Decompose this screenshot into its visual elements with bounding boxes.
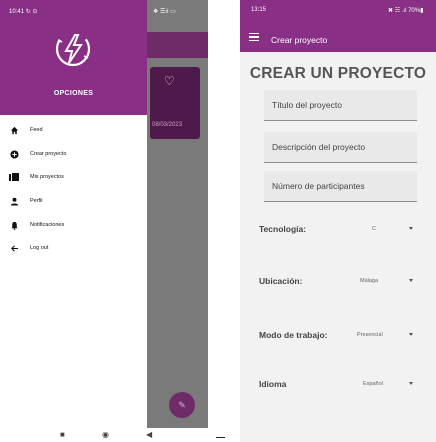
divider xyxy=(216,437,225,439)
status-icons: ✖ ☵ .ıl 70%▮ xyxy=(388,8,424,14)
menu-item-label: Log out xyxy=(30,245,49,251)
status-icons: ❖ ☰ıl ▭ xyxy=(153,9,176,15)
work-mode-row: Modo de trabajo: Presencial xyxy=(240,327,436,343)
participants-field xyxy=(264,171,417,202)
dropdown-arrow-icon[interactable] xyxy=(409,333,413,336)
navigation-drawer: 10:41 ↻ ⊙ OPCIONES Feed Crear proyecto M… xyxy=(0,0,147,428)
menu-item-label: Crear proyecto xyxy=(30,151,67,157)
heart-icon: ♡ xyxy=(164,74,175,88)
language-row: Idioma Español xyxy=(240,376,436,392)
hamburger-menu-icon[interactable] xyxy=(249,33,259,41)
work-mode-label: Modo de trabajo: xyxy=(259,330,328,340)
right-phone-screen: 13:15 ✖ ☵ .ıl 70%▮ Crear proyecto CREAR … xyxy=(240,0,436,442)
technology-select[interactable]: C xyxy=(372,221,376,237)
location-label: Ubicación: xyxy=(259,276,303,286)
app-bar-title: Crear proyecto xyxy=(271,35,328,45)
menu-item-log-out[interactable]: Log out xyxy=(0,239,147,257)
project-description-input[interactable] xyxy=(264,132,417,162)
menu-item-label: Perfil xyxy=(30,198,43,204)
menu-item-feed[interactable]: Feed xyxy=(0,121,147,139)
dropdown-arrow-icon[interactable] xyxy=(409,279,413,282)
menu-item-label: Mis proyectos xyxy=(30,174,64,180)
location-row: Ubicación: Málaga xyxy=(240,273,436,289)
background-project-card xyxy=(150,67,200,139)
project-title-field xyxy=(264,90,417,121)
back-button[interactable]: ◀ xyxy=(146,430,152,439)
status-time: 10:41 ↻ ⊙ xyxy=(9,9,38,15)
language-select[interactable]: Español xyxy=(363,376,383,392)
menu-item-mis-proyectos[interactable]: Mis proyectos xyxy=(0,168,147,186)
home-icon xyxy=(9,125,19,135)
drawer-header: 10:41 ↻ ⊙ OPCIONES xyxy=(0,0,147,115)
technology-value: C xyxy=(372,226,376,232)
participants-input[interactable] xyxy=(264,171,417,201)
menu-item-crear-proyecto[interactable]: Crear proyecto xyxy=(0,145,147,163)
left-phone-screen: ♡ 08/03/2023 ✎ 10:41 ↻ ⊙ OPCIONES Feed C… xyxy=(0,0,208,442)
bell-icon xyxy=(9,220,19,230)
folder-icon xyxy=(9,172,19,182)
project-title-input[interactable] xyxy=(264,90,417,120)
dropdown-arrow-icon[interactable] xyxy=(409,227,413,230)
app-bar: 13:15 ✖ ☵ .ıl 70%▮ Crear proyecto xyxy=(240,0,436,52)
work-mode-value: Presencial xyxy=(357,332,383,338)
system-navigation-bar: ■ ◉ ◀ xyxy=(0,428,208,442)
background-app-bar xyxy=(147,32,208,58)
menu-item-label: Feed xyxy=(30,127,43,133)
recents-button[interactable]: ■ xyxy=(60,430,65,439)
menu-item-perfil[interactable]: Perfil xyxy=(0,192,147,210)
edit-icon: ✎ xyxy=(178,399,186,410)
card-date: 08/03/2023 xyxy=(152,122,183,128)
add-circle-icon xyxy=(9,149,19,159)
status-time: 13:15 xyxy=(251,7,267,13)
person-icon xyxy=(9,196,19,206)
technology-label: Tecnología: xyxy=(259,224,307,234)
dropdown-arrow-icon[interactable] xyxy=(409,382,413,385)
language-label: Idioma xyxy=(259,379,287,389)
technology-row: Tecnología: C xyxy=(240,221,436,237)
project-description-field xyxy=(264,132,417,163)
home-button[interactable]: ◉ xyxy=(102,430,109,439)
page-title: CREAR UN PROYECTO xyxy=(249,65,427,82)
menu-item-notificaciones[interactable]: Notificaciones xyxy=(0,216,147,234)
language-value: Español xyxy=(363,381,383,387)
location-select[interactable]: Málaga xyxy=(360,273,378,289)
edit-fab-button[interactable]: ✎ xyxy=(169,392,195,418)
back-arrow-icon xyxy=(9,243,19,253)
app-logo-icon xyxy=(55,31,91,67)
drawer-title: OPCIONES xyxy=(53,90,94,97)
work-mode-select[interactable]: Presencial xyxy=(357,327,383,343)
menu-item-label: Notificaciones xyxy=(30,222,65,228)
location-value: Málaga xyxy=(360,278,379,284)
